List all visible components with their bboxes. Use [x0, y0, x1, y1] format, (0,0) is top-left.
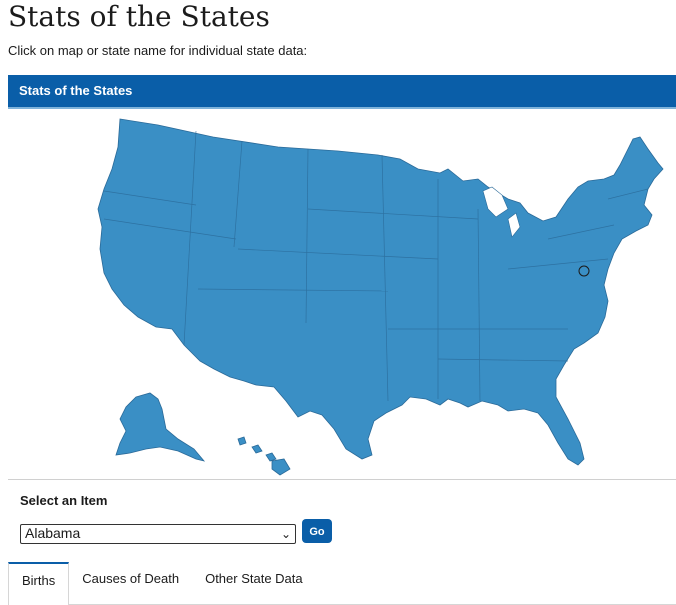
- state-select-value: Alabama: [25, 525, 81, 541]
- us-map[interactable]: [8, 109, 676, 479]
- us-map-mainland[interactable]: [97, 118, 664, 466]
- tab-births[interactable]: Births: [8, 562, 70, 605]
- chevron-down-icon: ⌄: [280, 527, 291, 541]
- us-map-alaska[interactable]: [115, 392, 206, 462]
- state-select[interactable]: Alabama ⌄: [20, 524, 296, 544]
- tab-other-state-data[interactable]: Other State Data: [192, 562, 316, 598]
- tab-causes-of-death[interactable]: Causes of Death: [69, 562, 192, 598]
- select-label: Select an Item: [20, 493, 108, 508]
- go-button[interactable]: Go: [302, 519, 332, 543]
- select-section: Select an Item Alabama ⌄ Go: [20, 493, 332, 544]
- map-panel-header: Stats of the States: [8, 75, 676, 109]
- page-title: Stats of the States: [8, 0, 270, 33]
- us-map-hawaii[interactable]: [237, 436, 291, 476]
- map-panel: Stats of the States: [8, 75, 676, 480]
- tabs: Births Causes of Death Other State Data: [8, 562, 676, 605]
- intro-text: Click on map or state name for individua…: [8, 43, 308, 58]
